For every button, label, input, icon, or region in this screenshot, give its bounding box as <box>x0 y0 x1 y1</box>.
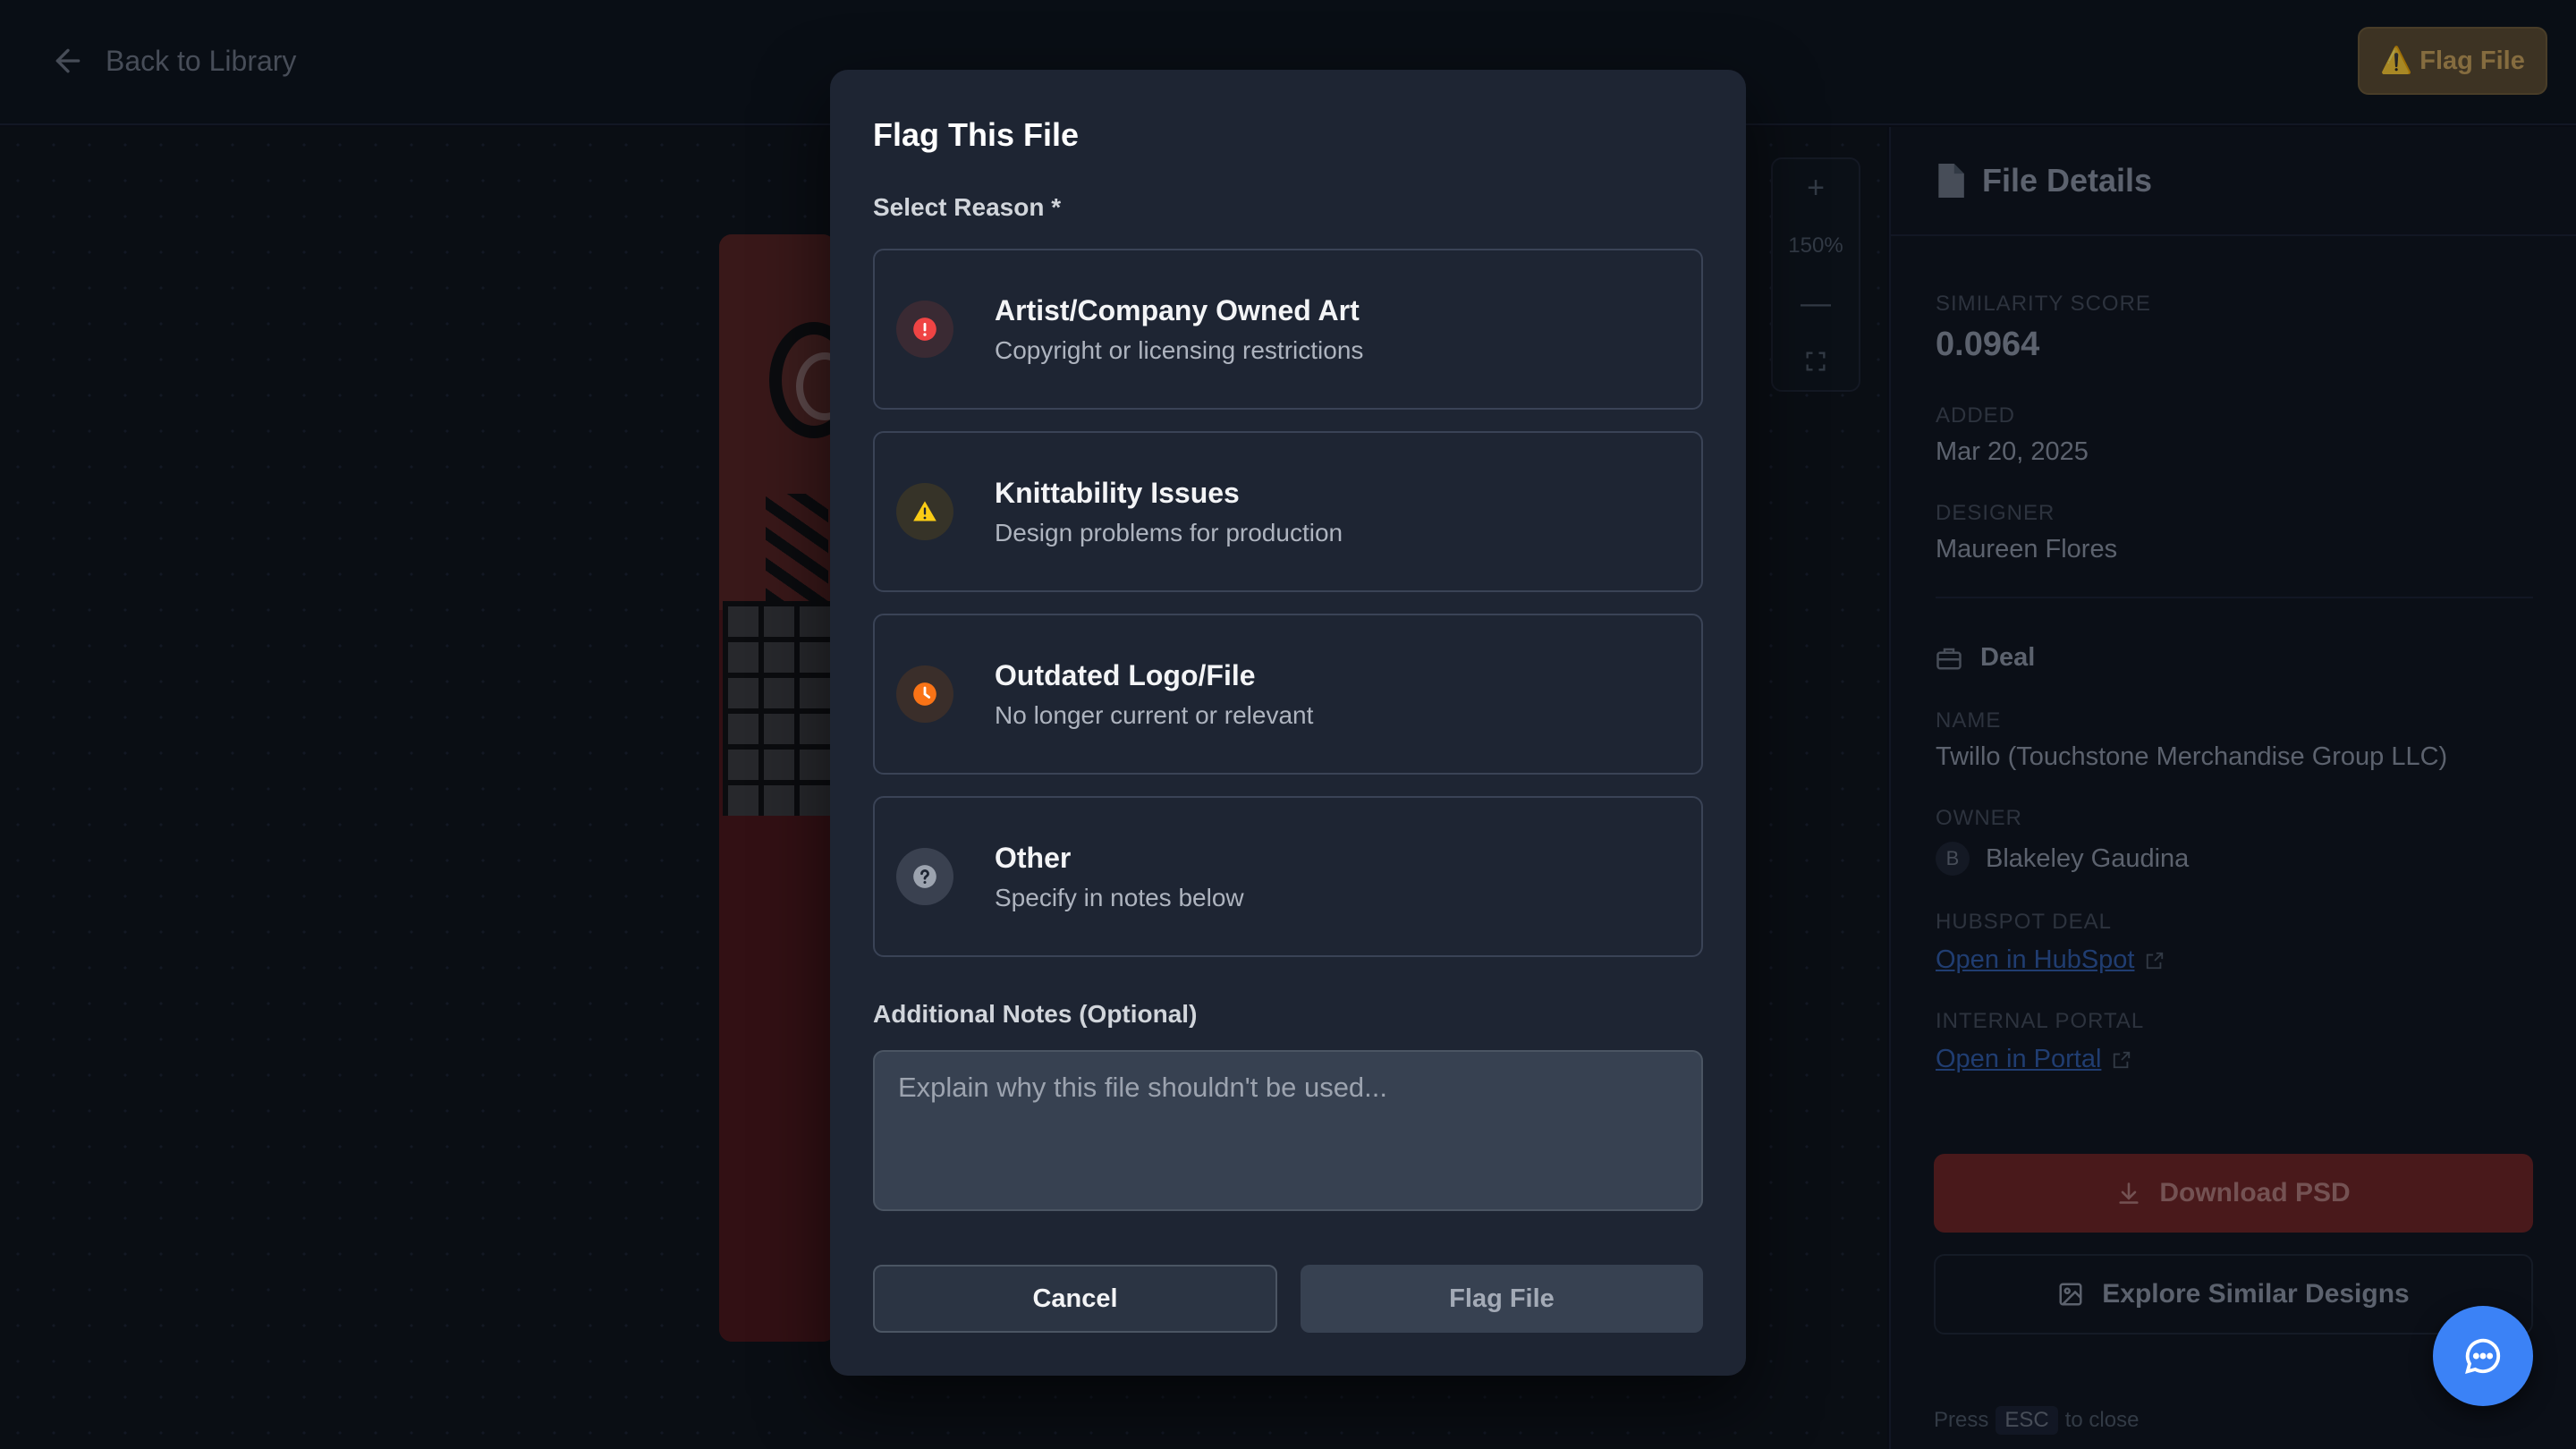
reason-option-other[interactable]: Other Specify in notes below <box>873 796 1703 957</box>
back-to-library-link[interactable]: Back to Library <box>50 39 296 82</box>
reason-icon-wrap <box>896 848 953 905</box>
open-in-hubspot-link[interactable]: Open in HubSpot <box>1936 945 2165 975</box>
external-link-icon <box>2114 1051 2131 1068</box>
help-circle-icon <box>913 865 936 888</box>
deal-section-header: Deal <box>1936 643 2533 673</box>
panel-title: File Details <box>1982 162 2153 199</box>
zoom-in-button[interactable]: + <box>1773 159 1859 217</box>
open-in-portal-link[interactable]: Open in Portal <box>1936 1045 2131 1074</box>
notes-textarea[interactable] <box>873 1050 1703 1211</box>
expand-icon <box>1806 352 1826 371</box>
download-label: Download PSD <box>2159 1178 2351 1208</box>
added-value: Mar 20, 2025 <box>1936 437 2089 466</box>
external-link-icon <box>2147 952 2164 969</box>
deal-title: Deal <box>1980 643 2036 672</box>
file-details-panel: File Details SIMILARITY SCORE 0.0964 ADD… <box>1889 127 2576 1449</box>
cancel-button[interactable]: Cancel <box>873 1265 1277 1333</box>
similarity-value: 0.0964 <box>1936 326 2040 363</box>
name-label: NAME <box>1936 708 2002 733</box>
chat-bubble-icon <box>2465 1338 2501 1374</box>
notes-label: Additional Notes (Optional) <box>873 1000 1198 1028</box>
fit-screen-button[interactable] <box>1773 333 1859 391</box>
avatar: B <box>1936 842 1970 876</box>
portal-link-text: Open in Portal <box>1936 1045 2102 1073</box>
esc-prefix: Press <box>1934 1408 1989 1432</box>
reason-icon-wrap <box>896 301 953 358</box>
flag-file-label: Flag File <box>2419 46 2525 75</box>
reason-title: Other <box>995 841 1072 874</box>
zoom-level: 150% <box>1788 233 1843 258</box>
explore-similar-button[interactable]: Explore Similar Designs <box>1934 1254 2533 1335</box>
owner-label: OWNER <box>1936 806 2022 830</box>
added-label: ADDED <box>1936 403 2016 428</box>
esc-suffix: to close <box>2064 1408 2140 1432</box>
reason-option-outdated-logo[interactable]: Outdated Logo/File No longer current or … <box>873 614 1703 775</box>
owner-value: Blakeley Gaudina <box>1986 843 2190 873</box>
file-details-header: File Details <box>1891 127 2576 236</box>
reason-option-artist-owned-art[interactable]: Artist/Company Owned Art Copyright or li… <box>873 249 1703 410</box>
portal-label: INTERNAL PORTAL <box>1936 1009 2145 1033</box>
reason-option-knittability[interactable]: Knittability Issues Design problems for … <box>873 431 1703 592</box>
reason-title: Artist/Company Owned Art <box>995 293 1360 326</box>
download-icon <box>2119 1182 2139 1204</box>
arrow-left-icon <box>55 48 80 73</box>
back-label: Back to Library <box>106 44 297 77</box>
warning-triangle-icon <box>913 501 936 521</box>
clock-icon <box>913 682 936 706</box>
alert-circle-icon <box>913 318 936 341</box>
download-psd-button[interactable]: Download PSD <box>1934 1154 2533 1233</box>
reason-description: Copyright or licensing restrictions <box>995 335 1364 364</box>
name-value: Twillo (Touchstone Merchandise Group LLC… <box>1936 742 2448 771</box>
hubspot-link-text: Open in HubSpot <box>1936 945 2135 974</box>
reason-icon-wrap <box>896 665 953 723</box>
reason-description: Design problems for production <box>995 518 1343 547</box>
reason-icon-wrap <box>896 483 953 540</box>
hubspot-label: HUBSPOT DEAL <box>1936 910 2112 934</box>
designer-value: Maureen Flores <box>1936 535 2118 564</box>
explore-label: Explore Similar Designs <box>2102 1279 2410 1309</box>
designer-label: DESIGNER <box>1936 501 2055 525</box>
esc-key: ESC <box>1996 1406 2058 1435</box>
reason-description: Specify in notes below <box>995 883 1244 911</box>
submit-flag-button[interactable]: Flag File <box>1301 1265 1703 1333</box>
reason-description: No longer current or relevant <box>995 700 1314 729</box>
file-icon <box>1938 164 1964 198</box>
zoom-out-button[interactable]: — <box>1773 275 1859 333</box>
zoom-controls: + 150% — <box>1771 157 1860 392</box>
modal-title: Flag This File <box>873 116 1080 153</box>
chat-button[interactable] <box>2433 1306 2533 1406</box>
design-preview-image[interactable] <box>719 234 835 1342</box>
select-reason-label: Select Reason * <box>873 193 1062 221</box>
esc-hint: Press ESC to close <box>1934 1406 2139 1435</box>
warning-icon: ⚠️ <box>2380 47 2413 75</box>
reason-title: Knittability Issues <box>995 476 1240 509</box>
similarity-label: SIMILARITY SCORE <box>1936 292 2151 316</box>
briefcase-icon <box>1936 648 1962 669</box>
reason-title: Outdated Logo/File <box>995 658 1256 691</box>
flag-file-button[interactable]: ⚠️ Flag File <box>2358 27 2547 95</box>
image-icon <box>2059 1283 2082 1306</box>
flag-file-modal: Flag This File Select Reason * Artist/Co… <box>830 70 1746 1376</box>
